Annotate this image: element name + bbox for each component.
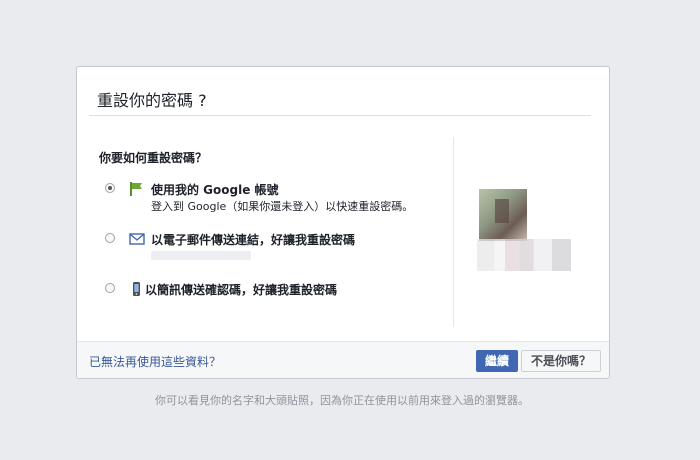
vertical-divider bbox=[453, 137, 454, 327]
radio-email[interactable] bbox=[105, 233, 115, 243]
envelope-icon bbox=[129, 231, 145, 245]
dialog-footer: 已無法再使用這些資料？ 繼續 不是你嗎？ bbox=[77, 341, 609, 378]
radio-google[interactable] bbox=[105, 183, 115, 193]
not-you-button[interactable]: 不是你嗎？ bbox=[521, 350, 601, 372]
option-sms[interactable]: 以簡訊傳送確認碼，好讓我重設密碼 bbox=[105, 281, 455, 303]
option-email[interactable]: 以電子郵件傳送連結，好讓我重設密碼 bbox=[105, 233, 455, 263]
green-flag-icon bbox=[129, 181, 145, 196]
reset-password-dialog: 重設你的密碼 ? 你要如何重設密碼？ 使用我的 Google 帳號 登入到 Go… bbox=[76, 66, 610, 379]
title-divider bbox=[89, 115, 591, 116]
radio-sms[interactable] bbox=[105, 283, 115, 293]
dialog-title: 重設你的密碼 ? bbox=[97, 91, 207, 110]
avatar bbox=[479, 189, 527, 241]
option-google-label: 使用我的 Google 帳號 bbox=[151, 183, 279, 197]
option-google[interactable]: 使用我的 Google 帳號 登入到 Google（如果你還未登入）以快速重設密… bbox=[105, 181, 455, 213]
phone-icon bbox=[129, 281, 145, 296]
browser-note: 你可以看見你的名字和大頭貼照，因為你正在使用以前用來登入過的瀏覽器。 bbox=[155, 394, 529, 407]
no-access-link[interactable]: 已無法再使用這些資料？ bbox=[89, 353, 221, 370]
option-sms-label: 以簡訊傳送確認碼，好讓我重設密碼 bbox=[145, 283, 338, 297]
masked-user-name bbox=[477, 239, 571, 271]
continue-button[interactable]: 繼續 bbox=[476, 350, 518, 372]
masked-email bbox=[151, 251, 251, 260]
method-question: 你要如何重設密碼？ bbox=[99, 151, 208, 165]
option-email-label: 以電子郵件傳送連結，好讓我重設密碼 bbox=[151, 233, 356, 247]
option-google-sublabel: 登入到 Google（如果你還未登入）以快速重設密碼。 bbox=[151, 200, 414, 213]
